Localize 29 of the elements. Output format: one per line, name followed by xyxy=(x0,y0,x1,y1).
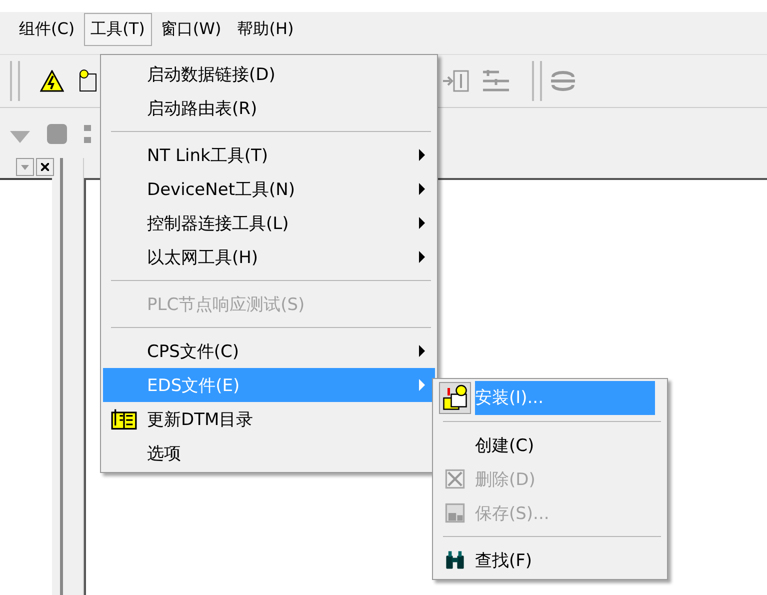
menu-item[interactable]: 启动路由表(R) xyxy=(103,91,435,125)
delete-icon xyxy=(444,468,466,490)
book-icon xyxy=(111,408,137,430)
toolbar-grip[interactable] xyxy=(532,61,542,101)
menu-item[interactable]: 创建(C) xyxy=(435,428,665,462)
menu-bar-item[interactable]: 帮助(H) xyxy=(230,12,301,46)
menu-item[interactable]: CPS文件(C) xyxy=(103,334,435,368)
close-icon xyxy=(41,163,49,171)
menu-item[interactable]: 查找(F) xyxy=(435,543,665,577)
menu-item[interactable]: 启动数据链接(D) xyxy=(103,57,435,91)
toolbar-grip[interactable] xyxy=(10,61,20,101)
square-icon[interactable] xyxy=(46,123,68,145)
align-icon[interactable] xyxy=(480,68,510,94)
caret-icon xyxy=(21,164,29,170)
menu-bar-item[interactable]: 窗口(W) xyxy=(154,12,228,46)
warning-icon[interactable] xyxy=(40,70,64,92)
install-icon xyxy=(439,382,471,414)
menu-item[interactable]: DeviceNet工具(N) xyxy=(103,172,435,206)
menu-item[interactable]: 更新DTM目录 xyxy=(103,402,435,436)
close-button[interactable] xyxy=(36,158,54,176)
menu-item[interactable]: NT Link工具(T) xyxy=(103,138,435,172)
insert-icon[interactable] xyxy=(442,68,472,94)
binoculars-icon xyxy=(444,549,466,571)
menu-bar-item[interactable]: 工具(T) xyxy=(84,12,152,46)
menu-item[interactable]: 以太网工具(H) xyxy=(103,240,435,274)
menu-bar-item[interactable]: 组件(C) xyxy=(12,12,82,46)
menu-item[interactable]: 选项 xyxy=(103,436,435,470)
save-icon xyxy=(444,502,466,524)
menu-item[interactable]: 控制器连接工具(L) xyxy=(103,206,435,240)
